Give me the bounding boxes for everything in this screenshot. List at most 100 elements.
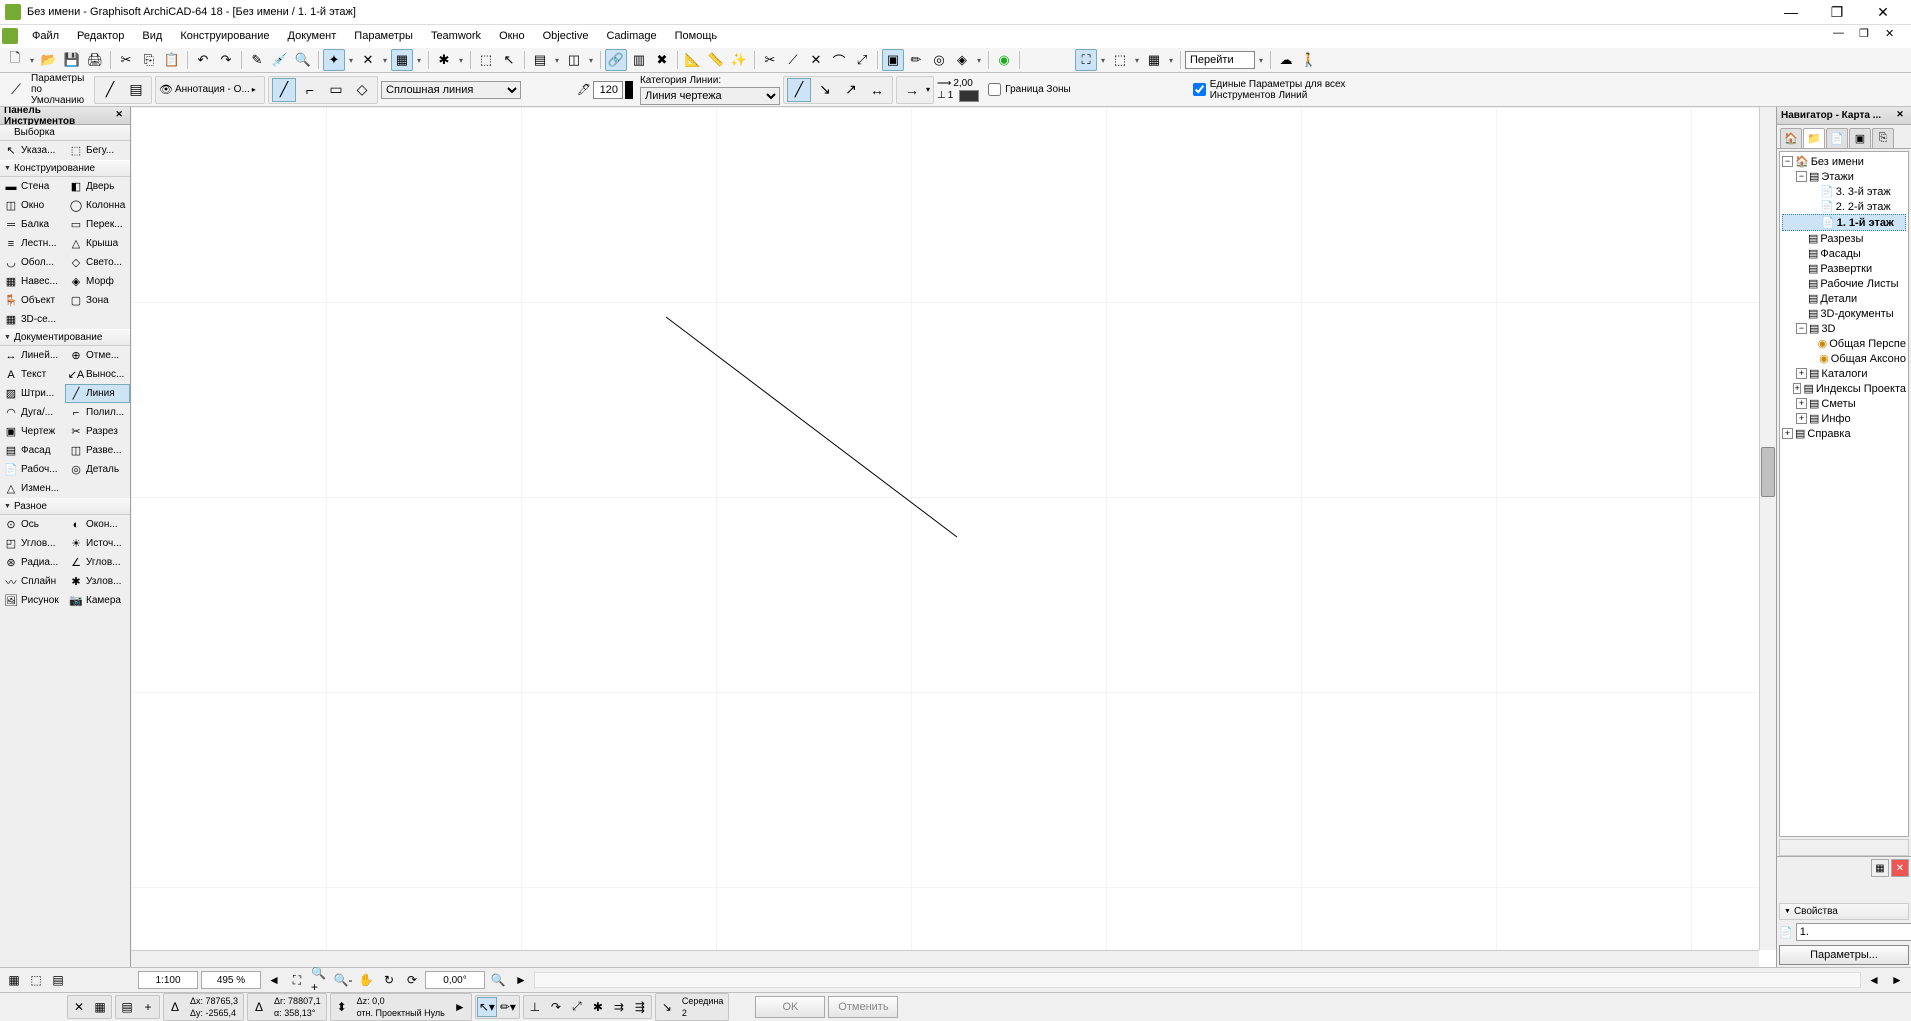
tool-полилиния[interactable]: ⌐Полил... [65,403,130,422]
tool-морф[interactable]: ◈Морф [65,272,130,291]
settings-button[interactable]: Параметры... [1779,945,1909,965]
tree-details[interactable]: Детали [1820,293,1857,305]
scale-field[interactable]: 1:100 [138,971,198,989]
preview-button[interactable]: 🔍 [488,970,508,990]
pen-color-swatch[interactable] [625,81,633,99]
menu-cadimage[interactable]: Cadimage [598,28,664,44]
copy-button[interactable]: ⎘ [138,49,160,71]
zoom-fit-button[interactable]: ⛶ [287,970,307,990]
zoom-prev-button[interactable]: ◄ [264,970,284,990]
tree-info[interactable]: Инфо [1821,413,1850,425]
open-button[interactable]: 📂 [38,49,60,71]
tree-sections[interactable]: Разрезы [1820,233,1863,245]
tool-линия[interactable]: ╱Линия [65,384,130,403]
tree-toggle[interactable]: + [1793,383,1802,394]
tool-крыша[interactable]: △Крыша [65,234,130,253]
tool-угловое-окно[interactable]: ◰Углов... [0,534,65,553]
tree-toggle[interactable]: − [1796,323,1807,334]
divide-button[interactable]: ↘ [657,997,677,1017]
menu-edit[interactable]: Редактор [69,28,132,44]
zoom-in-button[interactable]: 🔍+ [310,970,330,990]
undo-button[interactable]: ↶ [192,49,214,71]
tool-стена[interactable]: ▬Стена [0,177,65,196]
vertical-scrollbar[interactable] [1759,107,1776,950]
tool-лестница[interactable]: ≡Лестн... [0,234,65,253]
tool-радиальный[interactable]: ⊛Радиа... [0,553,65,572]
find-button[interactable]: 🔍 [292,49,314,71]
tree-toggle[interactable]: − [1796,171,1807,182]
camera-button[interactable]: ◈ [951,49,973,71]
view-dd[interactable]: ▾ [1166,56,1176,65]
tree-worksheets[interactable]: Рабочие Листы [1820,278,1898,290]
tree-story3[interactable]: 3. 3-й этаж [1836,186,1891,198]
app-menu-icon[interactable] [2,28,18,44]
coord-mode-button[interactable]: ▤ [117,997,137,1017]
nav-hscroll[interactable] [1779,839,1909,856]
tool-перекрытие[interactable]: ▭Перек... [65,215,130,234]
gravity-button[interactable]: ✱ [433,49,455,71]
tool-угловой-размер[interactable]: ∠Углов... [65,553,130,572]
child-maximize-button[interactable]: ❐ [1859,27,1883,45]
tool-выносная[interactable]: ↙AВынос... [65,365,130,384]
tool-бегущая[interactable]: ⬚Бегу... [65,141,130,160]
goto-field[interactable] [1185,51,1255,69]
tree-help[interactable]: Справка [1807,428,1850,440]
section-construct[interactable]: Конструирование [0,160,130,177]
tree-3d[interactable]: 3D [1821,323,1835,335]
nav-delete-button[interactable]: ✕ [1891,859,1909,877]
tool-рисунок[interactable]: 🖼Рисунок [0,591,65,610]
arrow-end2-button[interactable]: ► [1887,970,1907,990]
split-button[interactable]: ✂ [759,49,781,71]
snap-guides-button[interactable]: ✦ [323,49,345,71]
story-num-input[interactable] [1796,923,1911,941]
tool-ось[interactable]: ⊙Ось [0,515,65,534]
navigator-close-button[interactable]: ✕ [1893,109,1907,123]
nav-tab-view[interactable]: 📁 [1803,128,1825,148]
ok-button[interactable]: OK [755,996,825,1018]
drawing-canvas[interactable] [131,107,1776,967]
tree-catalogs[interactable]: Каталоги [1821,368,1867,380]
trace-button[interactable]: 🔗 [605,49,627,71]
zone-boundary-checkbox[interactable]: Граница Зоны [988,83,1070,96]
tool-3d-сетка[interactable]: ▦3D-се... [0,310,65,329]
tool-сплайн[interactable]: 〰Сплайн [0,572,65,591]
linetype-select[interactable]: Сплошная линия [381,81,521,99]
tree-elevations[interactable]: Фасады [1820,248,1860,260]
close-button[interactable]: ✕ [1860,0,1906,24]
tree-axon[interactable]: Общая Аксоно [1831,353,1906,365]
offset-value[interactable]: 2,00 [953,78,972,89]
tool-отметка[interactable]: ⊕Отме... [65,346,130,365]
tool-узловая[interactable]: ✱Узлов... [65,572,130,591]
pan-button[interactable]: ✋ [356,970,376,990]
nav-tab-sets[interactable]: ⎘ [1872,128,1894,148]
tool-навесная[interactable]: ▦Навес... [0,272,65,291]
intersect-button[interactable]: ✕ [805,49,827,71]
marker-type-icon[interactable] [959,90,979,102]
tool-окончание[interactable]: ◐Окон... [65,515,130,534]
tool-окно[interactable]: ◫Окно [0,196,65,215]
render-button[interactable]: ◎ [928,49,950,71]
count-value[interactable]: 1 [948,90,954,101]
hscroll-canvas[interactable] [534,972,1861,988]
connect-button[interactable]: ◫ [563,49,585,71]
toolbox-close-button[interactable]: ✕ [112,109,126,123]
new-button[interactable]: 🗋 [4,49,26,71]
nav-new-button[interactable]: ▦ [1871,859,1889,877]
menu-help[interactable]: Помощь [667,28,726,44]
geo-chain-button[interactable]: ▤ [124,78,148,102]
section-misc[interactable]: Разное [0,498,130,515]
zoom-next-button[interactable]: ↻ [379,970,399,990]
save-button[interactable]: 💾 [61,49,83,71]
view-button[interactable]: ▦ [1143,49,1165,71]
tree-persp[interactable]: Общая Перспе [1829,338,1906,350]
child-close-button[interactable]: ✕ [1885,27,1909,45]
uniform-checkbox[interactable]: Единые Параметры для всех Инструментов Л… [1193,79,1350,101]
tree-toggle[interactable]: + [1796,368,1807,379]
grid-snap-dd[interactable]: ▾ [414,56,424,65]
tool-дуга[interactable]: ◠Дуга/... [0,403,65,422]
cursor-arrow-button[interactable]: ↖▾ [477,997,497,1017]
3d-window-button[interactable]: ▣ [882,49,904,71]
tool-балка[interactable]: ═Балка [0,215,65,234]
tree-indexes[interactable]: Индексы Проекта [1816,383,1906,395]
maximize-button[interactable]: ❐ [1814,0,1860,24]
